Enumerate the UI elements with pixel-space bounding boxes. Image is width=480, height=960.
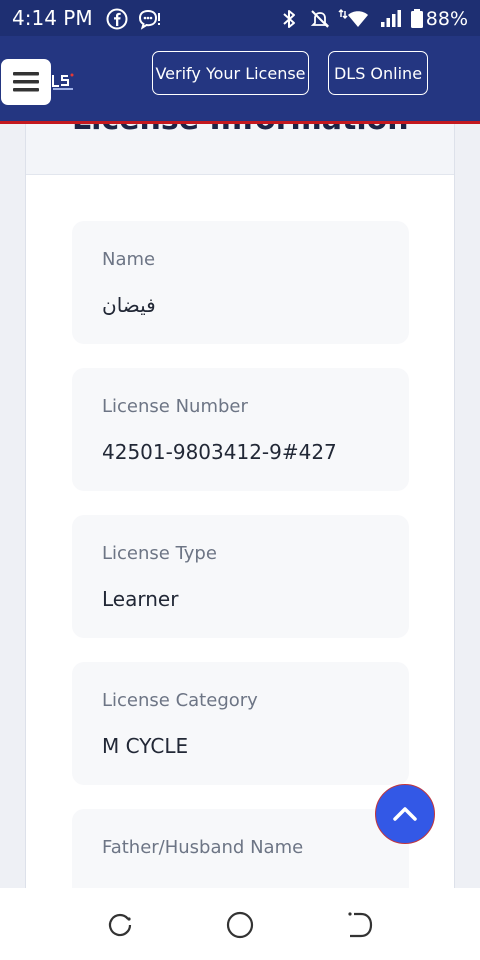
field-license-category: License Category M CYCLE (72, 662, 409, 785)
chat-bubble-icon (138, 9, 160, 30)
logo-icon (52, 73, 74, 90)
signal-icon (381, 10, 401, 27)
card-header: License Information (26, 122, 454, 175)
field-label: License Type (102, 543, 217, 564)
status-time: 4:14 PM (12, 6, 93, 30)
system-nav-bar (0, 888, 480, 960)
field-value: M CYCLE (102, 734, 189, 758)
app-header: LS Verify Your License DLS Online (0, 36, 480, 124)
recent-apps-icon[interactable] (105, 910, 135, 940)
battery-icon (411, 9, 423, 28)
field-label: Father/Husband Name (102, 837, 304, 858)
field-label: Name (102, 249, 156, 270)
dls-online-button[interactable]: DLS Online (328, 51, 428, 95)
wifi-icon (338, 8, 368, 27)
mute-icon (310, 10, 330, 28)
facebook-icon (106, 8, 128, 30)
status-bar: 4:14 PM 88% (0, 0, 480, 36)
hamburger-icon (13, 72, 39, 92)
scroll-to-top-button[interactable] (375, 784, 435, 844)
chevron-up-icon (393, 807, 417, 821)
field-value: 42501-9803412-9#427 (102, 440, 337, 464)
field-license-type: License Type Learner (72, 515, 409, 638)
back-icon[interactable] (345, 910, 375, 940)
field-value: Learner (102, 587, 179, 611)
verify-license-button[interactable]: Verify Your License (152, 51, 309, 95)
menu-button[interactable] (1, 59, 51, 105)
field-name: Name فيضان (72, 221, 409, 344)
field-license-number: License Number 42501-9803412-9#427 (72, 368, 409, 491)
bluetooth-icon (283, 10, 295, 28)
field-label: License Number (102, 396, 248, 417)
battery-percent: 88% (425, 8, 468, 30)
license-info-card: License Information Name فيضان License N… (25, 122, 455, 932)
field-value: فيضان (102, 293, 156, 317)
field-label: License Category (102, 690, 258, 711)
home-icon[interactable] (225, 910, 255, 940)
card-title: License Information (72, 122, 409, 137)
